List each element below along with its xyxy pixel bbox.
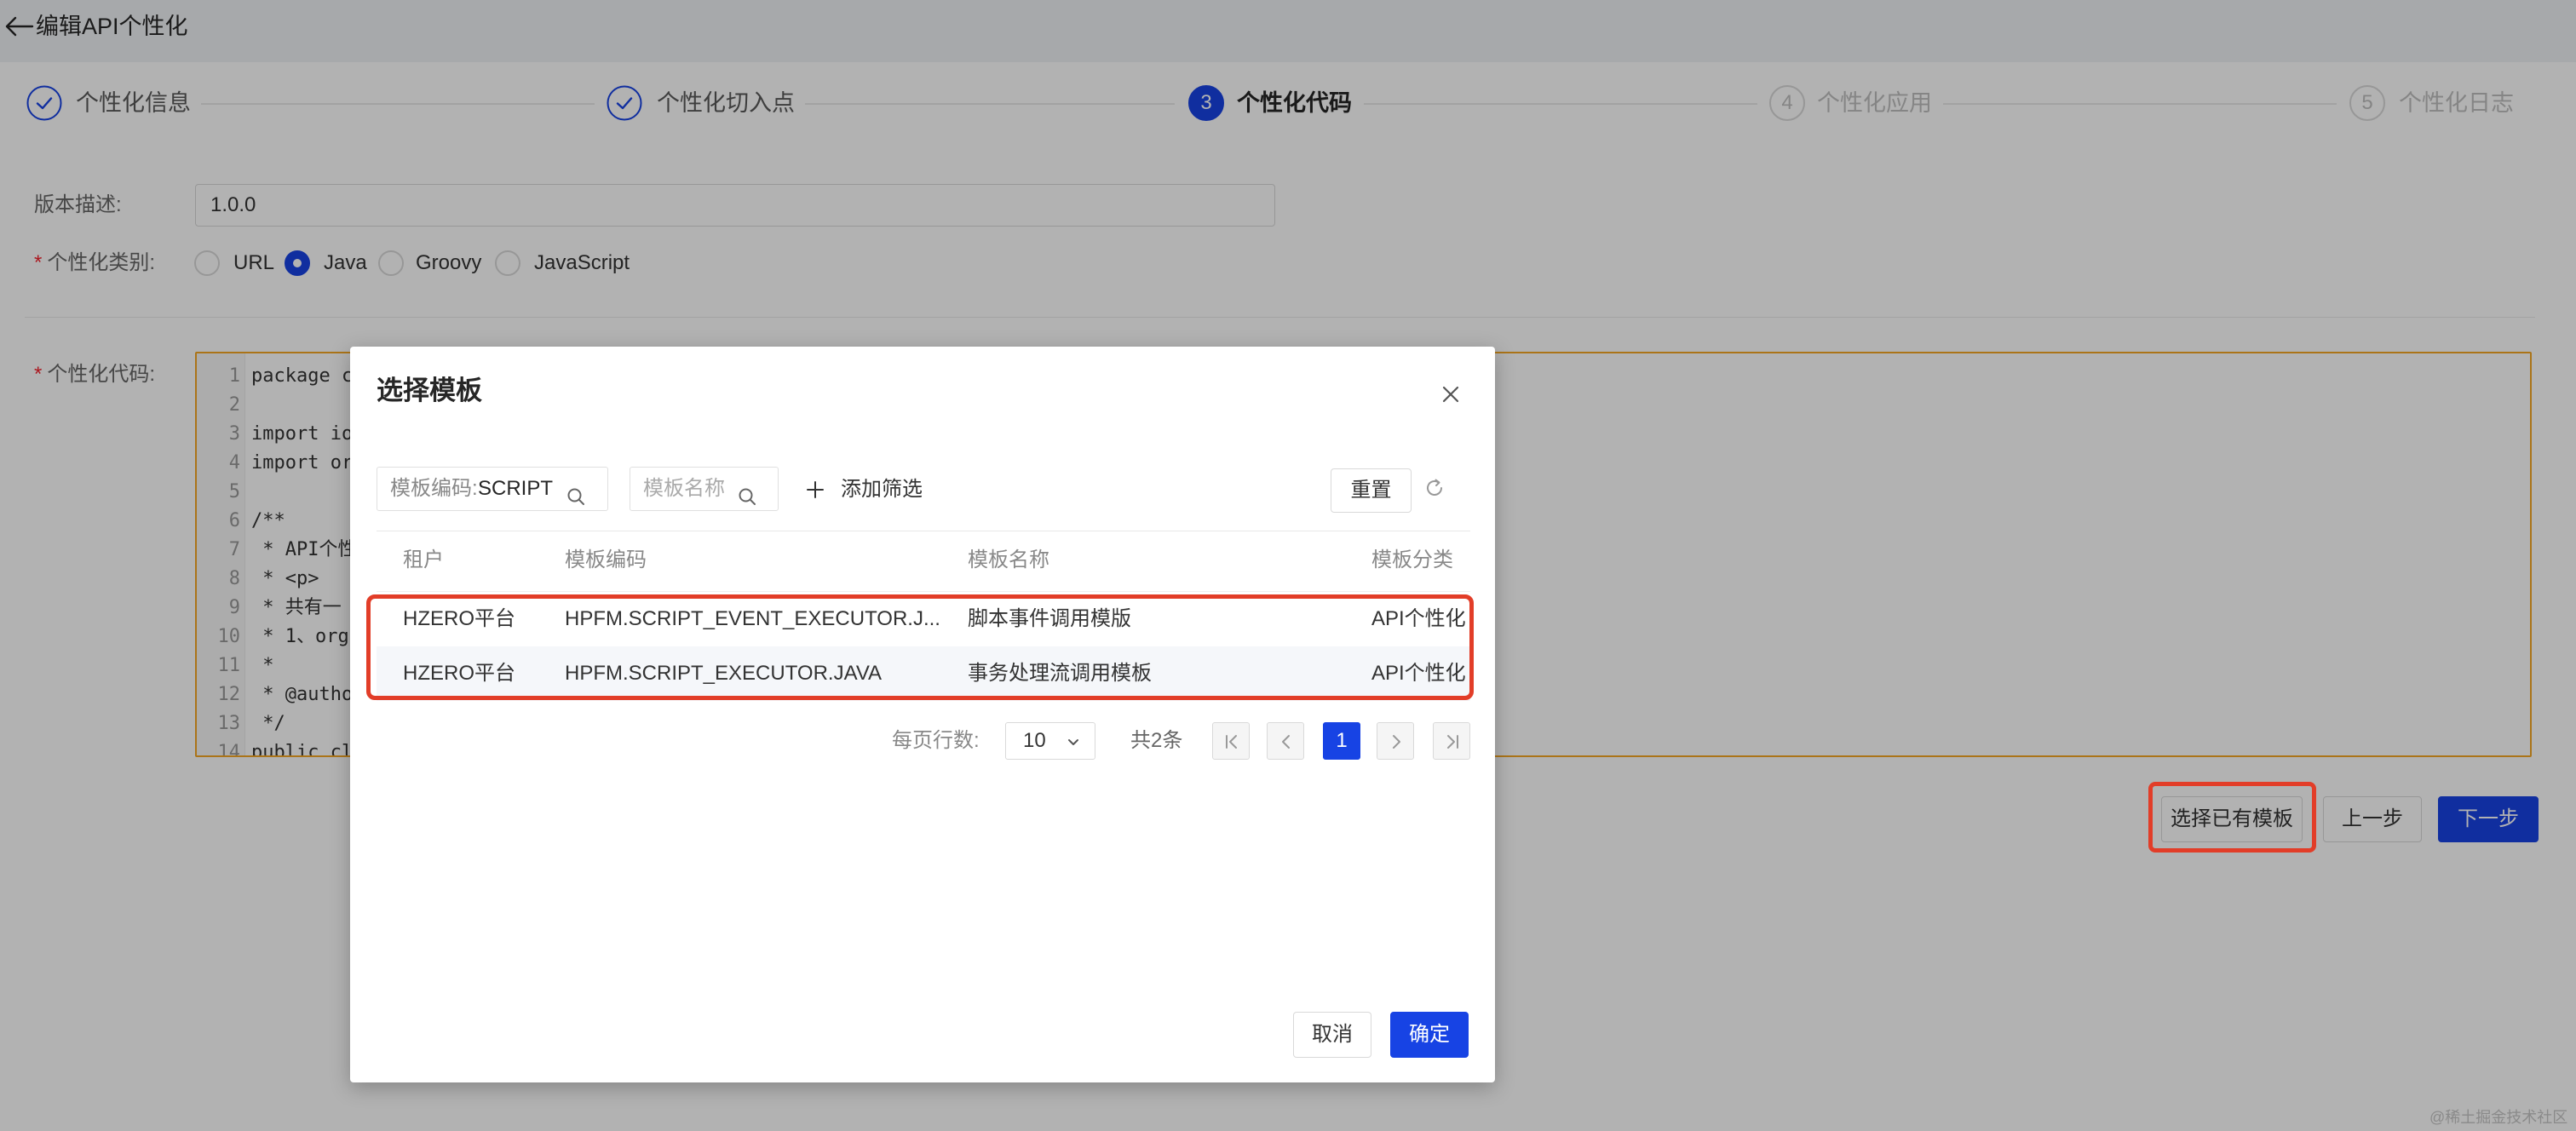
next-page-button[interactable] — [1377, 722, 1414, 760]
cell-code: HPFM.SCRIPT_EXECUTOR.JAVA — [565, 662, 883, 685]
cell-name: 事务处理流调用模板 — [968, 662, 1152, 685]
template-code-filter-value: SCRIPT — [478, 477, 554, 500]
page-size-select[interactable]: 10 — [1005, 722, 1095, 760]
table-row[interactable]: HZERO平台 HPFM.SCRIPT_EVENT_EXECUTOR.J... … — [377, 592, 1470, 646]
prev-page-icon — [1282, 735, 1290, 749]
column-header-category: 模板分类 — [1371, 548, 1453, 571]
reset-button[interactable]: 重置 — [1331, 468, 1412, 513]
add-filter-label: 添加筛选 — [841, 478, 923, 501]
cell-category: API个性化 — [1371, 662, 1466, 685]
search-icon[interactable] — [737, 479, 757, 505]
page-button-current[interactable]: 1 — [1323, 722, 1360, 760]
template-name-filter[interactable]: 模板名称 — [630, 467, 779, 511]
plus-icon — [807, 481, 824, 498]
chevron-down-icon — [1068, 739, 1078, 745]
last-page-button[interactable] — [1433, 722, 1470, 760]
template-name-placeholder: 模板名称 — [643, 477, 725, 500]
cell-tenant: HZERO平台 — [403, 607, 515, 630]
cell-tenant: HZERO平台 — [403, 662, 515, 685]
search-icon[interactable] — [566, 479, 586, 505]
cell-name: 脚本事件调用模版 — [968, 607, 1131, 630]
total-count: 共2条 — [1130, 729, 1183, 752]
ok-button[interactable]: 确定 — [1390, 1012, 1469, 1058]
cancel-button[interactable]: 取消 — [1293, 1012, 1371, 1058]
watermark: @稀土掘金技术社区 — [2429, 1109, 2568, 1126]
cell-code: HPFM.SCRIPT_EVENT_EXECUTOR.J... — [565, 607, 940, 630]
first-page-icon — [1226, 735, 1237, 749]
app-window: 编辑API个性化 个性化信息 个性化切入点 3 个性化代码 4 个性化应用 5 … — [0, 0, 2576, 1131]
column-header-name: 模板名称 — [968, 548, 1049, 571]
modal-title: 选择模板 — [377, 376, 482, 405]
prev-page-button[interactable] — [1267, 722, 1304, 760]
next-page-icon — [1393, 735, 1400, 749]
last-page-icon — [1447, 735, 1458, 749]
close-icon[interactable] — [1440, 384, 1461, 405]
page-size-label: 每页行数: — [892, 729, 980, 752]
column-header-code: 模板编码 — [565, 548, 647, 571]
refresh-icon[interactable] — [1423, 477, 1446, 499]
cell-category: API个性化 — [1371, 607, 1466, 630]
template-code-filter-label: 模板编码: — [390, 477, 478, 500]
first-page-button[interactable] — [1212, 722, 1250, 760]
column-header-tenant: 租户 — [403, 548, 444, 571]
page-size-value: 10 — [1023, 729, 1046, 752]
table-row[interactable]: HZERO平台 HPFM.SCRIPT_EXECUTOR.JAVA 事务处理流调… — [377, 646, 1470, 701]
select-template-modal: 选择模板 模板编码: SCRIPT 模板名称 添加筛选 重置 租户 模板编码 模… — [350, 347, 1495, 1082]
template-code-filter[interactable]: 模板编码: SCRIPT — [377, 467, 608, 511]
